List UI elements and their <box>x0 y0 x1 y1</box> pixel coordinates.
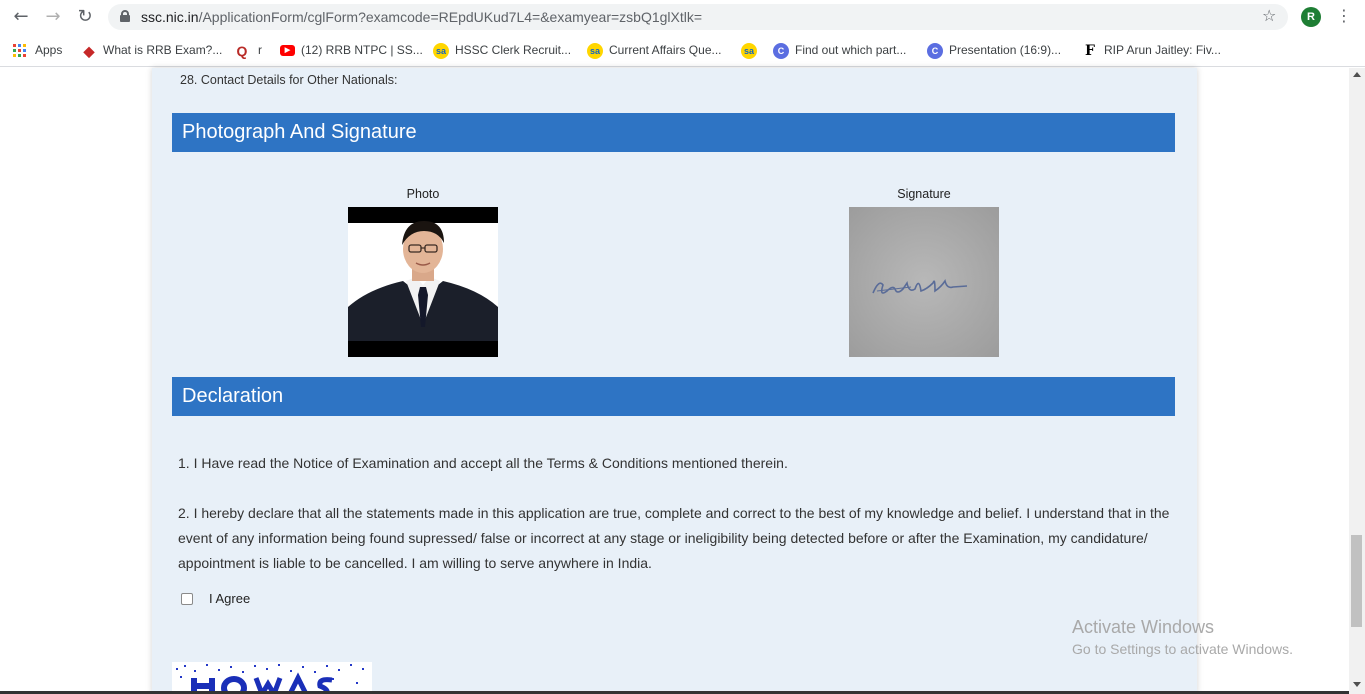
bookmark-quora[interactable]: Qr <box>234 41 262 59</box>
signature-scribble <box>872 279 968 294</box>
diamond-bookmark-icon: ◆ <box>83 42 95 59</box>
bookmark-current-affairs[interactable]: sa Current Affairs Que... <box>587 41 722 59</box>
candidate-photo-illustration <box>348 221 498 357</box>
bookmark-sa[interactable]: sa <box>741 41 763 59</box>
declaration-section-header: Declaration <box>172 377 1175 416</box>
bookmark-hssc[interactable]: sa HSSC Clerk Recruit... <box>433 41 571 59</box>
i-agree-label[interactable]: I Agree <box>209 591 250 606</box>
lock-icon <box>120 10 130 22</box>
page-scrollbar[interactable] <box>1349 68 1365 694</box>
youtube-icon: ▶ <box>280 45 295 57</box>
sa-icon: sa <box>587 42 603 59</box>
forward-arrow-icon[interactable]: → <box>43 7 63 27</box>
i-agree-checkbox[interactable] <box>181 593 193 605</box>
signature-caption: Signature <box>897 187 951 201</box>
reload-icon[interactable]: ↻ <box>75 7 95 27</box>
contact-other-nationals-label: 28. Contact Details for Other Nationals: <box>180 73 398 87</box>
candidate-signature <box>849 207 999 357</box>
captcha-image <box>172 662 372 694</box>
address-bar[interactable]: ssc.nic.in/ApplicationForm/cglForm?examc… <box>108 4 1288 30</box>
bookmarks-bar: Apps ◆ What is RRB Exam?... Qr ▶ (12) RRB … <box>0 34 1365 67</box>
photo-signature-section-header: Photograph And Signature <box>172 113 1175 152</box>
profile-avatar[interactable]: R <box>1301 7 1321 27</box>
kebab-menu-icon[interactable]: ⋮ <box>1336 6 1352 25</box>
bookmark-star-icon[interactable]: ☆ <box>1262 6 1276 25</box>
quora-q-icon: Q <box>236 42 248 59</box>
apps-grid-icon <box>13 43 27 58</box>
c-circle-icon: C <box>927 42 943 59</box>
c-circle-icon: C <box>773 42 789 59</box>
scroll-thumb[interactable] <box>1351 535 1362 627</box>
back-arrow-icon[interactable]: ← <box>11 7 31 27</box>
captcha-pattern <box>172 662 372 694</box>
activate-windows-title: Activate Windows <box>1072 617 1215 637</box>
candidate-photo <box>348 207 498 357</box>
declaration-item-2: 2. I hereby declare that all the stateme… <box>178 505 1170 571</box>
url-text[interactable]: ssc.nic.in/ApplicationForm/cglForm?examc… <box>141 9 702 25</box>
bookmark-rrb-exam[interactable]: ◆ What is RRB Exam?... <box>81 41 223 59</box>
bookmark-presentation[interactable]: C Presentation (16:9)... <box>927 41 1061 59</box>
declaration-item-1: 1. I Have read the Notice of Examination… <box>178 455 788 471</box>
f-letter-icon: F <box>1085 42 1095 59</box>
scroll-down-arrow-icon[interactable] <box>1353 682 1361 687</box>
photo-caption: Photo <box>406 187 440 201</box>
bookmark-rip-arun[interactable]: F RIP Arun Jaitley: Fiv... <box>1082 41 1221 59</box>
activate-windows-subtitle: Go to Settings to activate Windows. <box>1072 641 1293 657</box>
bookmark-find-out[interactable]: C Find out which part... <box>773 41 906 59</box>
scroll-up-arrow-icon[interactable] <box>1353 72 1361 77</box>
sa-icon: sa <box>741 42 757 59</box>
bookmark-youtube[interactable]: ▶ (12) RRB NTPC | SS... <box>280 41 423 59</box>
bookmark-apps[interactable]: Apps <box>13 41 62 59</box>
sa-icon: sa <box>433 42 449 59</box>
browser-toolbar: ← → ↻ ssc.nic.in/ApplicationForm/cglForm… <box>0 0 1365 34</box>
